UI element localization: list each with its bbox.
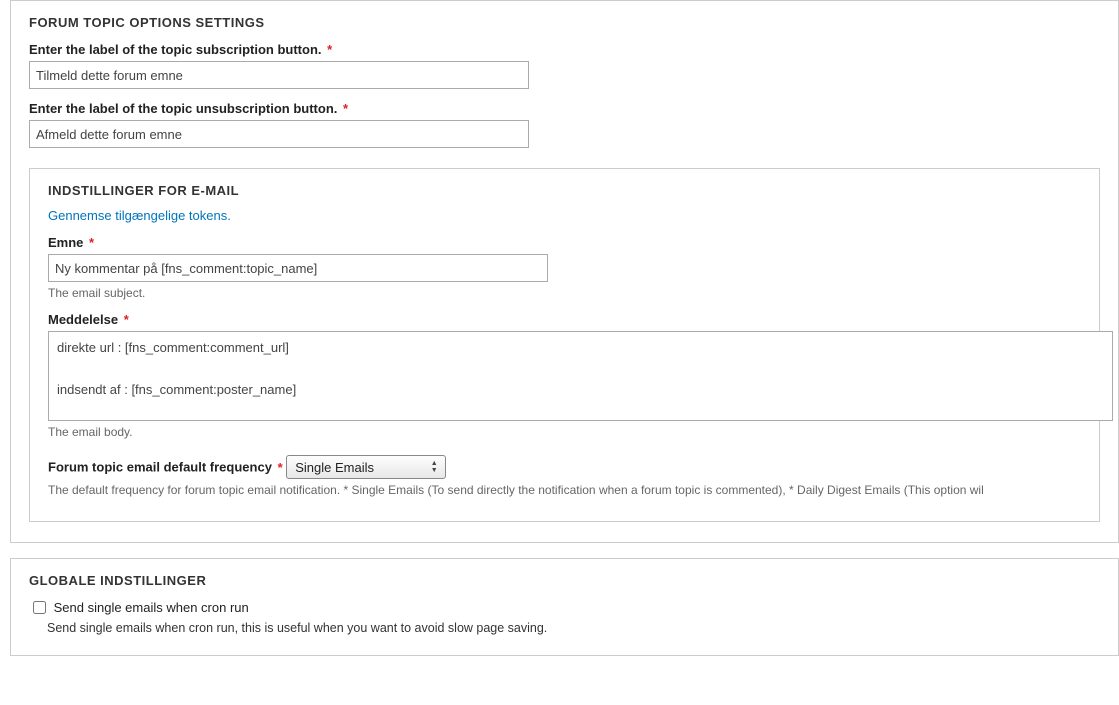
email-message-textarea[interactable] <box>48 331 1113 421</box>
required-mark: * <box>343 101 348 116</box>
email-frequency-desc: The default frequency for forum topic em… <box>48 483 1081 497</box>
browse-tokens-link[interactable]: Gennemse tilgængelige tokens. <box>48 208 231 223</box>
email-subject-item: Emne * The email subject. <box>48 235 1081 300</box>
subscription-label-input[interactable] <box>29 61 529 89</box>
email-frequency-label: Forum topic email default frequency <box>48 460 272 475</box>
cron-email-item: Send single emails when cron run <box>29 598 1100 617</box>
forum-topic-options-legend: FORUM TOPIC OPTIONS SETTINGS <box>29 15 1100 30</box>
cron-email-desc: Send single emails when cron run, this i… <box>47 621 1100 635</box>
unsubscription-label-text: Enter the label of the topic unsubscript… <box>29 101 337 116</box>
required-mark: * <box>124 312 129 327</box>
email-frequency-item: Forum topic email default frequency * Si… <box>48 451 1081 497</box>
email-subject-label: Emne <box>48 235 83 250</box>
cron-email-label[interactable]: Send single emails when cron run <box>54 600 249 615</box>
email-message-desc: The email body. <box>48 425 1081 439</box>
chevron-down-icon: ▲▼ <box>427 460 441 474</box>
email-subject-desc: The email subject. <box>48 286 1081 300</box>
email-settings-legend: INDSTILLINGER FOR E-MAIL <box>48 183 1081 198</box>
cron-email-checkbox[interactable] <box>33 601 46 614</box>
global-settings-fieldset: GLOBALE INDSTILLINGER Send single emails… <box>10 558 1119 656</box>
unsubscription-label-item: Enter the label of the topic unsubscript… <box>29 101 1100 148</box>
email-subject-input[interactable] <box>48 254 548 282</box>
subscription-label-text: Enter the label of the topic subscriptio… <box>29 42 322 57</box>
forum-topic-options-fieldset: FORUM TOPIC OPTIONS SETTINGS Enter the l… <box>10 0 1119 543</box>
email-message-label: Meddelelse <box>48 312 118 327</box>
global-settings-legend: GLOBALE INDSTILLINGER <box>29 573 1100 588</box>
required-mark: * <box>89 235 94 250</box>
email-message-item: Meddelelse * The email body. <box>48 312 1081 439</box>
unsubscription-label-input[interactable] <box>29 120 529 148</box>
email-settings-fieldset: INDSTILLINGER FOR E-MAIL Gennemse tilgæn… <box>29 168 1100 522</box>
subscription-label-item: Enter the label of the topic subscriptio… <box>29 42 1100 89</box>
email-frequency-value: Single Emails <box>295 460 427 475</box>
email-frequency-select[interactable]: Single Emails ▲▼ <box>286 455 446 479</box>
required-mark: * <box>278 460 283 475</box>
required-mark: * <box>327 42 332 57</box>
